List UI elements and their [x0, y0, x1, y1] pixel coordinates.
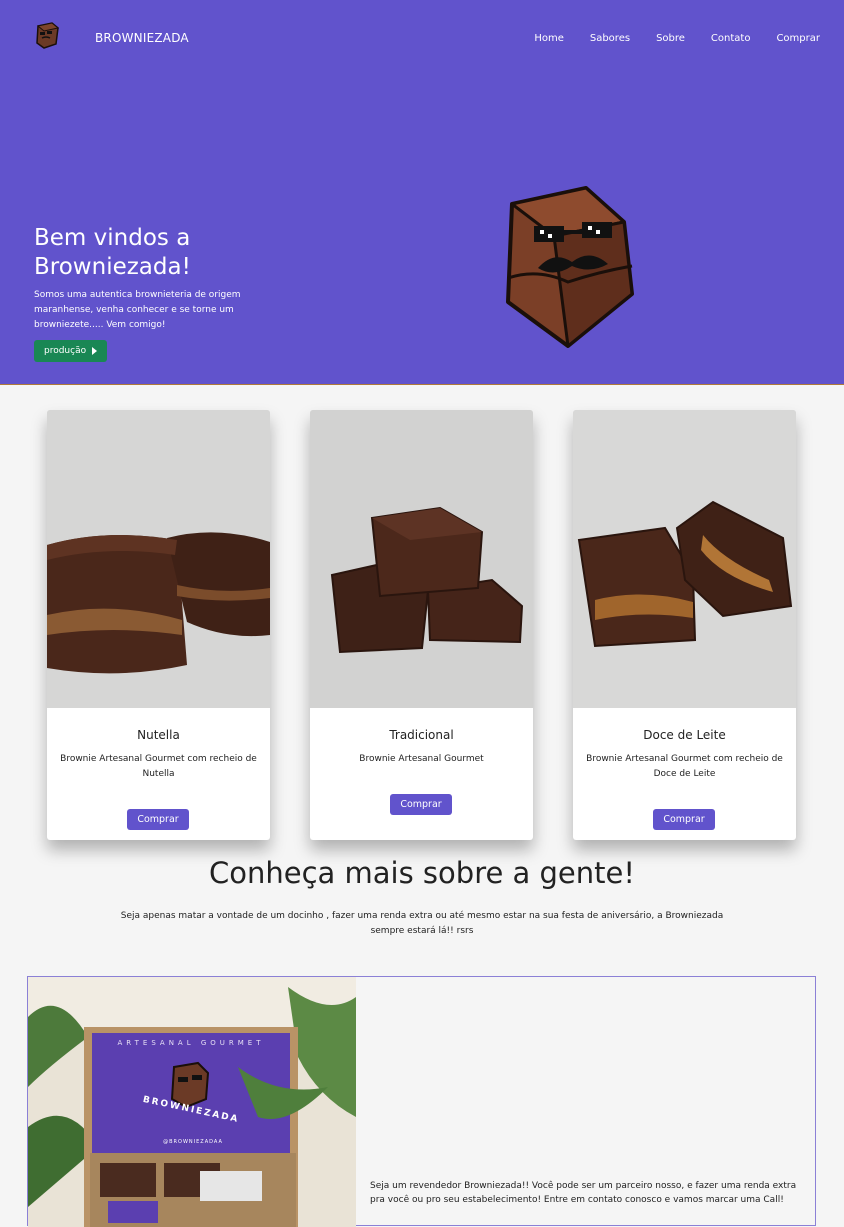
- buy-doce-de-leite-button[interactable]: Comprar: [653, 809, 715, 830]
- card-description: Brownie Artesanal Gourmet com recheio de…: [586, 754, 783, 779]
- box-top-text: ARTESANAL GOURMET: [117, 1039, 265, 1047]
- reseller-description: Seja um revendedor Browniezada!! Você po…: [370, 1181, 797, 1205]
- nav-home[interactable]: Home: [534, 33, 564, 44]
- nav-comprar[interactable]: Comprar: [776, 33, 820, 44]
- reseller-section: ARTESANAL GOURMET BROWNIEZADA @BROWNIEZA…: [27, 976, 816, 1227]
- play-icon: [92, 347, 98, 355]
- producao-button[interactable]: produção: [34, 340, 108, 362]
- brownie-box-illustration: [28, 977, 356, 1227]
- buy-tradicional-button[interactable]: Comprar: [390, 794, 452, 815]
- main-nav: Home Sabores Sobre Contato Comprar: [534, 33, 820, 44]
- card-title: Tradicional: [389, 728, 454, 742]
- about-title: Conheça mais sobre a gente!: [209, 856, 635, 890]
- product-card-nutella: Nutella Brownie Artesanal Gourmet com re…: [47, 410, 270, 840]
- card-title: Nutella: [137, 728, 180, 742]
- box-handle-text: @BROWNIEZADAA: [163, 1139, 223, 1145]
- card-description: Brownie Artesanal Gourmet com recheio de…: [60, 754, 257, 779]
- hero-title: Bem vindos a Browniezada!: [34, 225, 191, 280]
- nutella-brownie-photo: [47, 410, 270, 708]
- card-title: Doce de Leite: [643, 728, 726, 742]
- card-description: Brownie Artesanal Gourmet: [359, 754, 484, 764]
- brownie-mascot-illustration: [506, 186, 634, 348]
- tradicional-brownie-photo: [310, 410, 533, 708]
- doce-de-leite-brownie-photo: [573, 410, 796, 708]
- product-card-tradicional: Tradicional Brownie Artesanal Gourmet Co…: [310, 410, 533, 840]
- about-description: Seja apenas matar a vontade de um docinh…: [120, 911, 724, 936]
- producao-button-label: produção: [44, 346, 87, 356]
- nav-sobre[interactable]: Sobre: [656, 33, 685, 44]
- buy-nutella-button[interactable]: Comprar: [127, 809, 189, 830]
- nav-sabores[interactable]: Sabores: [590, 33, 630, 44]
- brownie-logo-icon[interactable]: [32, 20, 62, 50]
- nav-contato[interactable]: Contato: [711, 33, 751, 44]
- hero-section: BROWNIEZADA Home Sabores Sobre Contato C…: [0, 0, 844, 385]
- brand-name[interactable]: BROWNIEZADA: [95, 31, 189, 45]
- product-card-doce-de-leite: Doce de Leite Brownie Artesanal Gourmet …: [573, 410, 796, 840]
- hero-description: Somos uma autentica brownieteria de orig…: [34, 290, 241, 330]
- brownie-box-photo: ARTESANAL GOURMET BROWNIEZADA @BROWNIEZA…: [28, 977, 356, 1227]
